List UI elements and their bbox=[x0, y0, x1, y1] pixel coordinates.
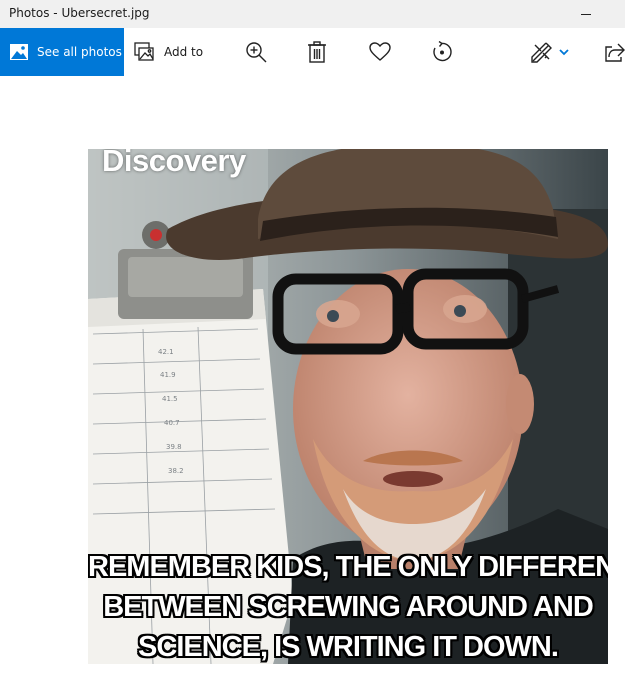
add-to-button[interactable]: Add to bbox=[134, 28, 214, 76]
share-button[interactable] bbox=[604, 28, 625, 76]
photos-gallery-icon bbox=[10, 44, 28, 60]
title-bar: Photos - Ubersecret.jpg bbox=[0, 0, 625, 28]
see-all-photos-label: See all photos bbox=[37, 45, 122, 59]
add-to-label: Add to bbox=[164, 45, 204, 59]
toolbar: See all photos Add to bbox=[0, 28, 625, 76]
share-icon bbox=[605, 43, 625, 62]
zoom-in-icon bbox=[246, 42, 267, 63]
trash-icon bbox=[308, 41, 326, 63]
edit-pencil-icon bbox=[531, 42, 552, 63]
svg-text:40.7: 40.7 bbox=[164, 419, 180, 427]
discovery-logo: Discovery bbox=[102, 149, 246, 178]
caption-line-1: REMEMBER KIDS, THE ONLY DIFFERENCE bbox=[88, 551, 608, 583]
svg-text:42.1: 42.1 bbox=[158, 348, 174, 356]
rotate-button[interactable] bbox=[426, 28, 458, 76]
heart-icon bbox=[369, 42, 391, 61]
window-title: Photos - Ubersecret.jpg bbox=[9, 6, 150, 20]
photo-viewer[interactable]: 42.1 41.9 41.5 40.7 39.8 38.2 Discovery … bbox=[88, 149, 608, 664]
photo-caption: REMEMBER KIDS, THE ONLY DIFFERENCE BETWE… bbox=[88, 547, 608, 664]
see-all-photos-button[interactable]: See all photos bbox=[0, 28, 124, 76]
minimize-button[interactable] bbox=[571, 0, 601, 28]
svg-text:41.5: 41.5 bbox=[162, 395, 178, 403]
svg-text:41.9: 41.9 bbox=[160, 371, 176, 379]
svg-text:39.8: 39.8 bbox=[166, 443, 182, 451]
rotate-icon bbox=[433, 41, 452, 62]
delete-button[interactable] bbox=[301, 28, 333, 76]
svg-text:38.2: 38.2 bbox=[168, 467, 184, 475]
caption-line-3: SCIENCE, IS WRITING IT DOWN. bbox=[138, 631, 559, 663]
caption-line-2: BETWEEN SCREWING AROUND AND bbox=[103, 591, 594, 623]
add-to-album-icon bbox=[134, 42, 154, 61]
chevron-down-icon bbox=[559, 49, 569, 56]
zoom-button[interactable] bbox=[240, 28, 272, 76]
edit-button[interactable] bbox=[528, 28, 572, 76]
minimize-icon bbox=[581, 13, 591, 15]
favorite-button[interactable] bbox=[364, 28, 396, 76]
